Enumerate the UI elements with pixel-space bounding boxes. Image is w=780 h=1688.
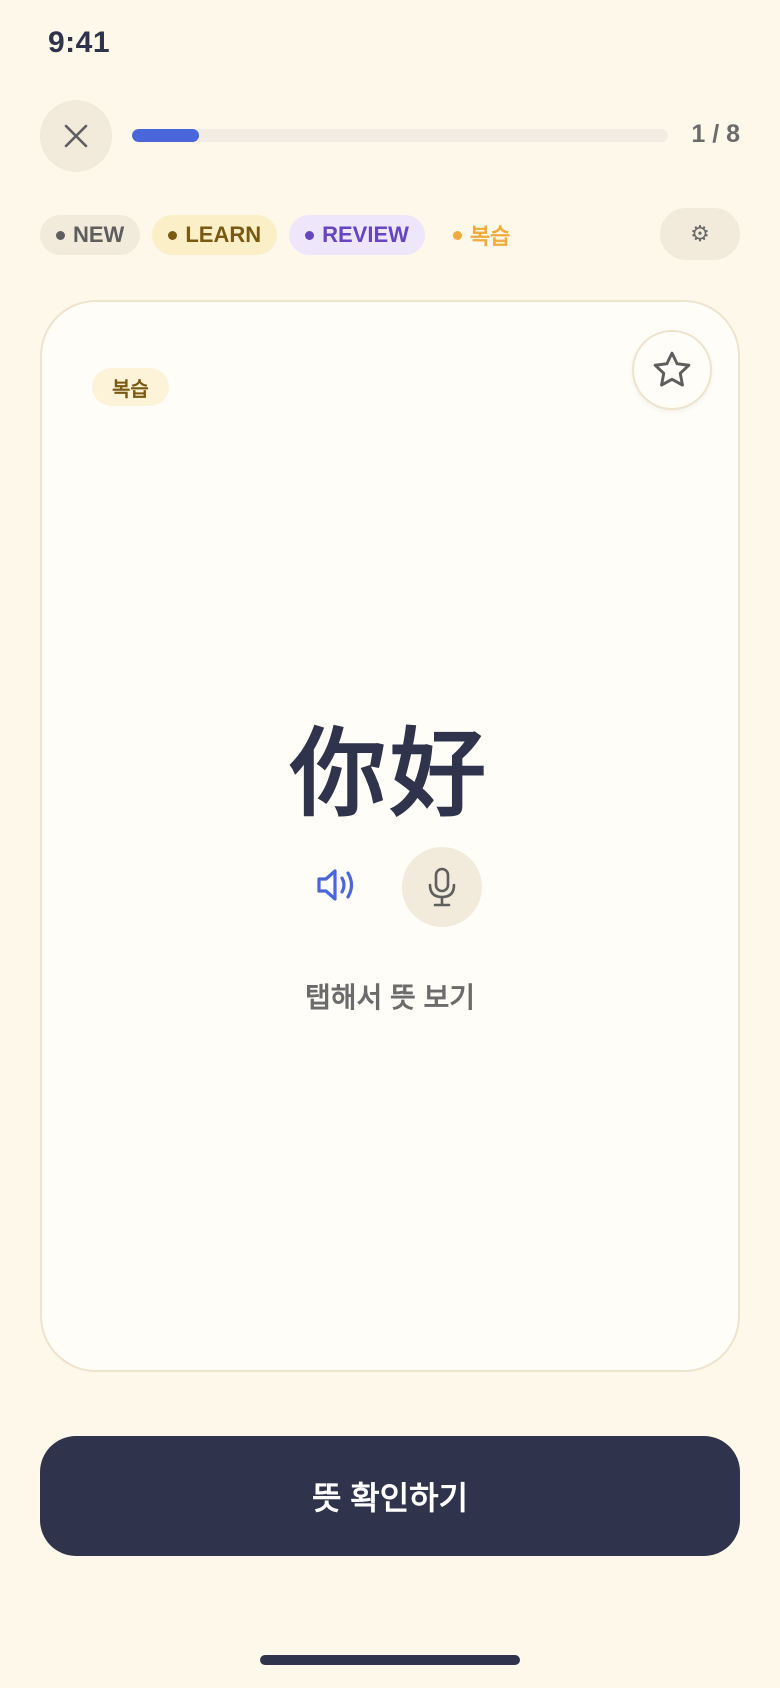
- filter-chip-new[interactable]: NEW: [40, 215, 141, 255]
- filter-chip-label: NEW: [73, 222, 125, 247]
- star-icon: [653, 351, 691, 387]
- speaker-icon: [317, 869, 354, 901]
- record-voice-button[interactable]: [402, 847, 482, 927]
- status-dot: [452, 230, 462, 240]
- close-button[interactable]: [40, 100, 112, 172]
- home-indicator: [260, 1655, 520, 1665]
- status-dot: [168, 230, 178, 240]
- close-icon: [64, 124, 88, 148]
- flashcard[interactable]: 복습 你好 탭해서 뜻 보기: [40, 300, 740, 1372]
- flashcard-word: 你好: [290, 718, 490, 830]
- progress-count: 1 / 8: [691, 120, 740, 148]
- card-status-badge: 복습: [92, 368, 169, 406]
- progress-fill: [132, 129, 199, 142]
- status-dot: [56, 230, 65, 240]
- progress-bar: [132, 129, 668, 142]
- filter-chip-label: 복습: [469, 224, 511, 249]
- gear-icon: ⚙: [690, 221, 710, 246]
- filter-chip-review[interactable]: REVIEW: [289, 215, 425, 255]
- status-dot: [305, 230, 315, 240]
- settings-button[interactable]: ⚙: [660, 208, 740, 260]
- status-time: 9:41: [48, 26, 111, 59]
- filter-chip-label: REVIEW: [322, 222, 409, 247]
- favorite-button[interactable]: [632, 330, 712, 410]
- filter-chip-label: LEARN: [185, 222, 262, 247]
- confirm-meaning-button[interactable]: 뜻 확인하기: [40, 1436, 740, 1556]
- play-audio-button[interactable]: [310, 857, 366, 913]
- microphone-icon: [428, 867, 456, 907]
- filter-chip-learn[interactable]: LEARN: [152, 215, 278, 255]
- filter-chip-bokseup[interactable]: 복습: [437, 215, 526, 255]
- filter-chips: NEW LEARN REVIEW 복습: [40, 215, 538, 255]
- flashcard-screen: 9:41 1 / 8 NEW LEARN REVIEW 복습 ⚙ 복습 你好 탭…: [0, 0, 780, 1688]
- tap-hint: 탭해서 뜻 보기: [304, 982, 476, 1013]
